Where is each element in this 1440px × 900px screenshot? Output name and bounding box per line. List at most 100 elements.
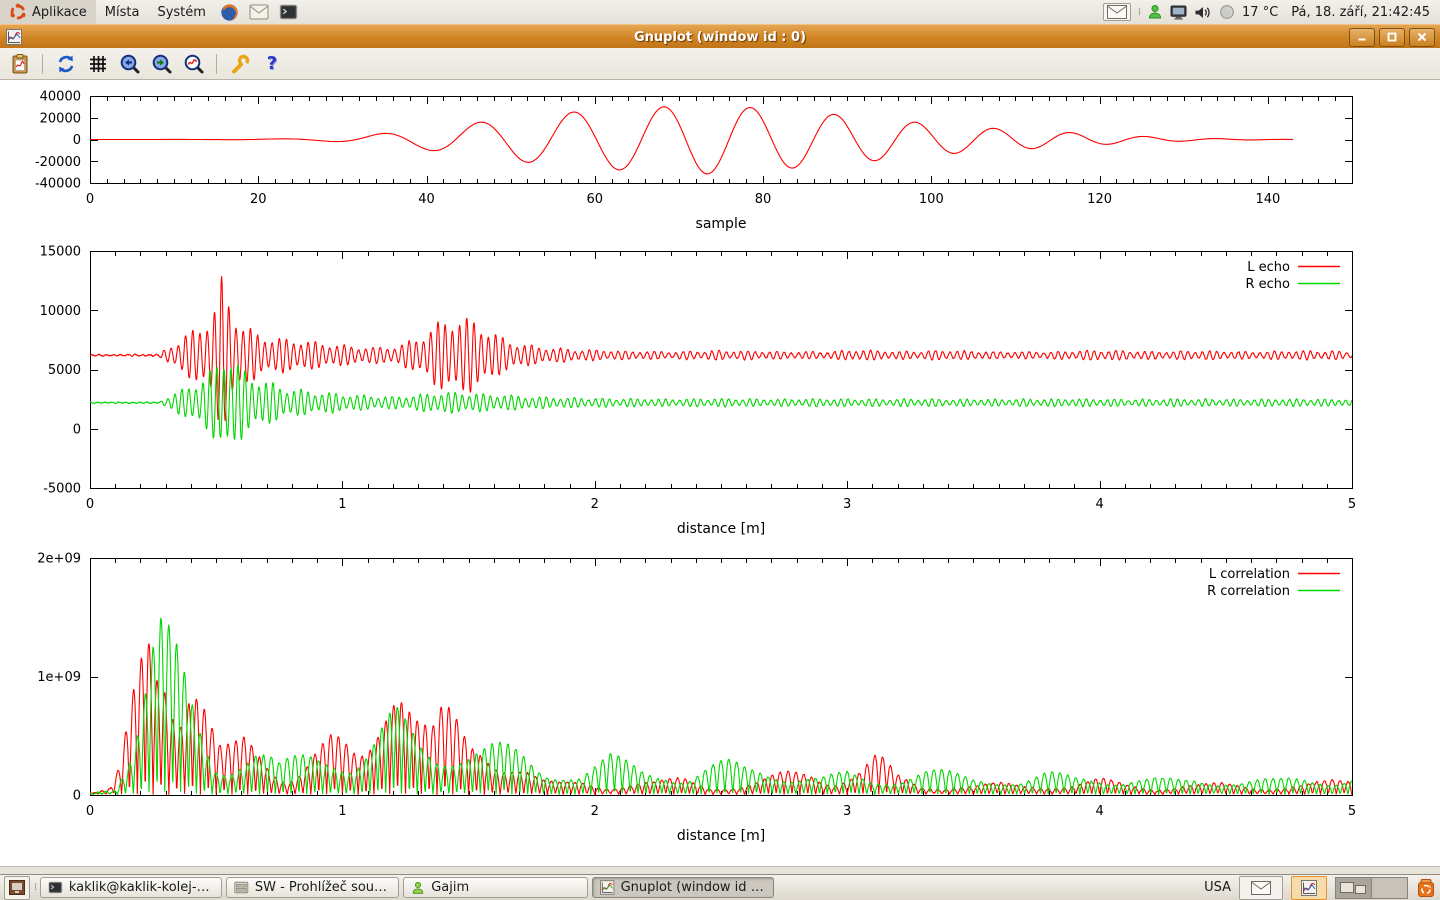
gnuplot-window-titlebar[interactable]: Gnuplot (window id : 0) [0, 24, 1440, 49]
zoom-next-icon [151, 53, 173, 75]
svg-text:4: 4 [1095, 804, 1103, 819]
svg-text:L echo: L echo [1247, 260, 1290, 275]
desktop: Aplikace Místa Systém [0, 0, 1440, 900]
svg-text:1: 1 [338, 497, 346, 512]
clock-applet[interactable]: Pá, 18. září, 21:42:45 [1291, 5, 1430, 20]
svg-text:4: 4 [1095, 497, 1103, 512]
system-tray: ⁞ 17 °C Pá, 18. září, 21:42:45 [1103, 3, 1440, 21]
temperature-applet[interactable]: 17 °C [1242, 5, 1278, 20]
gnuplot-tray-button[interactable] [1291, 876, 1327, 900]
show-desktop-button[interactable] [4, 876, 30, 900]
bottom-panel-right: USA [1204, 876, 1436, 900]
taskbar-button-gnuplot[interactable]: Gnuplot (window id : 0) [592, 877, 774, 898]
svg-text:R correlation: R correlation [1207, 584, 1290, 599]
svg-text:?: ? [266, 53, 276, 74]
toolbar-separator [42, 54, 43, 74]
terminal-icon [279, 4, 298, 20]
svg-text:40000: 40000 [40, 90, 81, 105]
zoom-previous-button[interactable] [116, 50, 143, 77]
gnuplot-toolbar: ? ? [0, 48, 1440, 80]
svg-text:5000: 5000 [48, 363, 81, 378]
svg-text:80: 80 [755, 192, 772, 207]
svg-text:5: 5 [1348, 497, 1356, 512]
taskbar-button-gajim[interactable]: Gajim [403, 877, 588, 898]
svg-text:2: 2 [591, 804, 599, 819]
keyboard-layout-indicator[interactable]: USA [1204, 880, 1231, 895]
firefox-launcher[interactable] [215, 0, 244, 24]
mail-notification-applet[interactable] [1103, 3, 1131, 21]
help-button[interactable]: ? ? [258, 50, 285, 77]
volume-icon[interactable] [1194, 5, 1212, 20]
workspace-1[interactable] [1336, 878, 1371, 898]
svg-text:distance [m]: distance [m] [677, 828, 765, 844]
svg-text:0: 0 [86, 497, 94, 512]
zoom-next-button[interactable] [148, 50, 175, 77]
window-title: Gnuplot (window id : 0) [0, 30, 1440, 45]
taskbar-label: SW - Prohlížeč souborů [255, 880, 391, 895]
user-presence-icon[interactable] [1147, 4, 1163, 20]
gnuplot-icon [1301, 880, 1317, 896]
clipboard-icon [9, 53, 31, 75]
refresh-icon [55, 53, 77, 75]
svg-text:20000: 20000 [40, 111, 81, 126]
gnuplot-plot-area[interactable]: 020406080100120140-40000-200000200004000… [0, 80, 1440, 866]
envelope-icon [1251, 881, 1271, 895]
svg-text:0: 0 [86, 804, 94, 819]
menu-places-label: Místa [105, 5, 140, 20]
menu-places[interactable]: Místa [96, 0, 149, 24]
svg-text:0: 0 [73, 422, 81, 437]
taskbar-label: Gajim [431, 880, 469, 895]
mail-tray-button[interactable] [1239, 876, 1283, 900]
svg-text:120: 120 [1087, 192, 1112, 207]
svg-text:sample: sample [696, 216, 747, 232]
svg-text:5: 5 [1348, 804, 1356, 819]
copy-to-clipboard-button[interactable] [6, 50, 33, 77]
toolbar-separator [216, 54, 217, 74]
svg-text:0: 0 [73, 789, 81, 804]
envelope-icon [1107, 5, 1127, 19]
replot-button[interactable] [52, 50, 79, 77]
display-icon[interactable] [1170, 5, 1187, 20]
svg-text:140: 140 [1255, 192, 1280, 207]
trash-icon[interactable] [1416, 878, 1436, 898]
bottom-panel: ⁞ kaklik@kaklik-kolej-u... SW - Prohlíže… [0, 874, 1440, 900]
weather-icon[interactable] [1219, 4, 1235, 20]
gajim-icon [411, 881, 425, 895]
gnuplot-icon [600, 880, 614, 895]
tasklist-grip-handle[interactable]: ⁞ [34, 882, 36, 893]
svg-text:100: 100 [919, 192, 944, 207]
terminal-icon [48, 881, 63, 894]
menu-system-label: Systém [157, 5, 205, 20]
svg-text:2: 2 [591, 497, 599, 512]
taskbar-label: kaklik@kaklik-kolej-u... [69, 880, 214, 895]
svg-text:10000: 10000 [40, 304, 81, 319]
svg-text:20: 20 [250, 192, 267, 207]
taskbar-button-terminal[interactable]: kaklik@kaklik-kolej-u... [40, 877, 222, 898]
toggle-grid-button[interactable] [84, 50, 111, 77]
maximize-button[interactable] [1379, 28, 1405, 47]
terminal-launcher[interactable] [274, 0, 303, 24]
svg-text:2e+09: 2e+09 [37, 552, 81, 567]
svg-text:1: 1 [338, 804, 346, 819]
zoom-reset-button[interactable] [180, 50, 207, 77]
svg-text:R echo: R echo [1245, 277, 1290, 292]
tray-grip-handle[interactable]: ⁞ [1138, 7, 1140, 18]
minimize-button[interactable] [1349, 28, 1375, 47]
mail-launcher[interactable] [244, 0, 274, 24]
svg-text:-40000: -40000 [35, 177, 81, 192]
ubuntu-logo-icon [9, 3, 27, 21]
menu-system[interactable]: Systém [148, 0, 214, 24]
firefox-icon [220, 3, 239, 22]
top-panel: Aplikace Místa Systém [0, 0, 1440, 25]
show-desktop-icon [9, 880, 25, 895]
workspace-switcher [1335, 877, 1408, 899]
svg-text:1e+09: 1e+09 [37, 670, 81, 685]
taskbar-button-file-manager[interactable]: SW - Prohlížeč souborů [226, 877, 399, 898]
taskbar-label: Gnuplot (window id : 0) [621, 880, 767, 895]
minimize-icon [1355, 31, 1369, 43]
close-button[interactable] [1409, 28, 1435, 47]
workspace-2[interactable] [1371, 878, 1407, 898]
configure-button[interactable] [226, 50, 253, 77]
menu-applications[interactable]: Aplikace [0, 0, 96, 24]
svg-text:0: 0 [73, 133, 81, 148]
